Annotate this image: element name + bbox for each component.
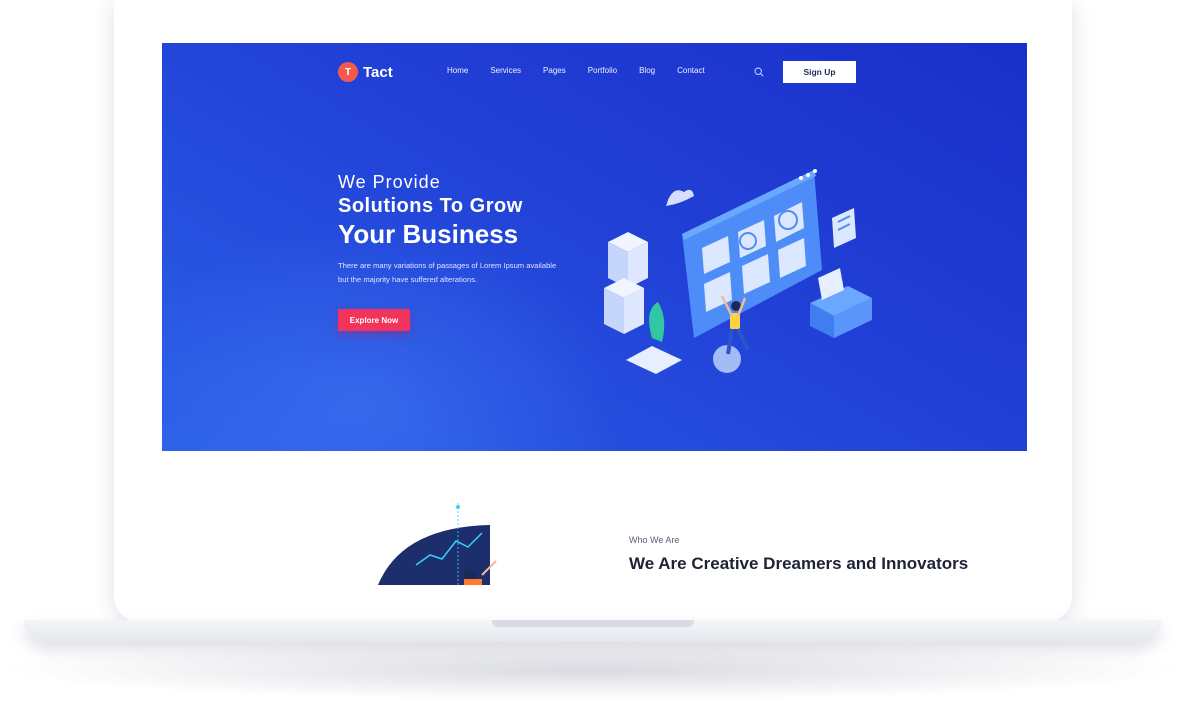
logo-mark: T: [338, 62, 358, 82]
about-title: We Are Creative Dreamers and Innovators: [629, 554, 969, 573]
hero-heading-line1: We Provide: [338, 172, 441, 192]
nav-item-portfolio[interactable]: Portfolio: [588, 66, 617, 75]
laptop-notch: [492, 620, 694, 627]
website-screen: T Tact Home Services Pages Portfolio Blo…: [162, 43, 1027, 585]
nav-item-contact[interactable]: Contact: [677, 66, 705, 75]
nav-item-blog[interactable]: Blog: [639, 66, 655, 75]
main-nav: Home Services Pages Portfolio Blog Conta…: [447, 66, 727, 75]
about-eyebrow: Who We Are: [629, 535, 680, 545]
nav-item-services[interactable]: Services: [490, 66, 521, 75]
hero-section: T Tact Home Services Pages Portfolio Blo…: [162, 43, 1027, 451]
nav-item-home[interactable]: Home: [447, 66, 468, 75]
logo[interactable]: T Tact: [338, 62, 393, 82]
hero-heading-line3: Your Business: [338, 219, 519, 249]
laptop-shadow: [10, 640, 1175, 700]
nav-item-pages[interactable]: Pages: [543, 66, 566, 75]
dashboard-illustration: [604, 169, 872, 374]
search-icon[interactable]: [754, 67, 764, 77]
hero-description: There are many variations of passages of…: [338, 261, 557, 284]
signup-button[interactable]: Sign Up: [783, 61, 856, 83]
hero-heading-line2: Solutions To Grow: [338, 195, 523, 217]
logo-text: Tact: [363, 63, 393, 81]
hero-glow: [162, 223, 622, 451]
analytics-illustration: [378, 503, 497, 585]
explore-now-button[interactable]: Explore Now: [338, 309, 410, 331]
